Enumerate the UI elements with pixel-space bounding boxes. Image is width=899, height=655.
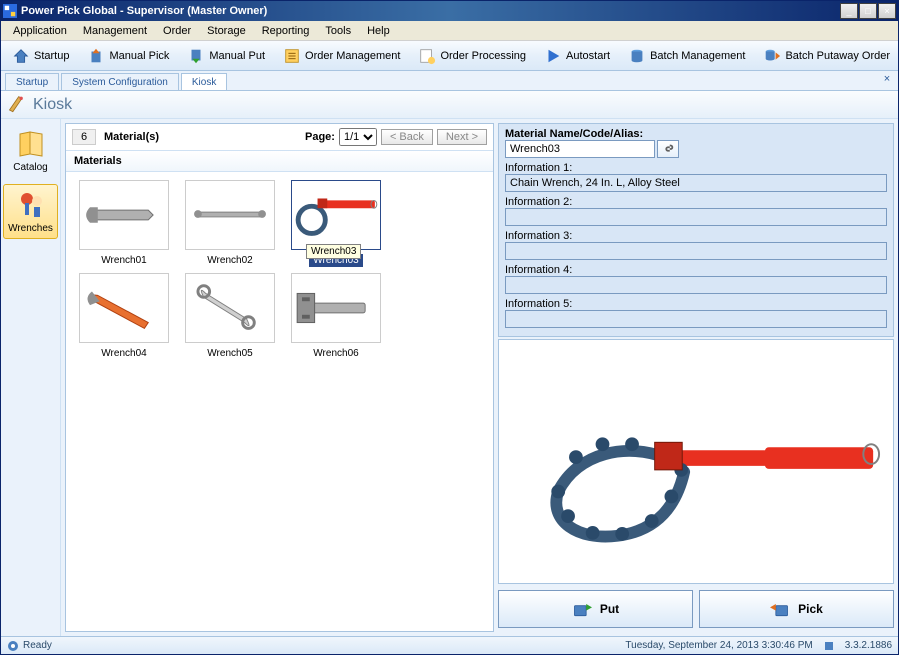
info-label-3: Information 3: — [505, 230, 887, 242]
tab-close-icon[interactable]: × — [880, 73, 894, 87]
catalog-icon — [15, 128, 47, 160]
thumb-wrench01[interactable]: Wrench01 — [74, 180, 174, 267]
preview-image — [498, 339, 894, 584]
thumb-wrench02[interactable]: Wrench02 — [180, 180, 280, 267]
material-count-label: Material(s) — [104, 131, 159, 143]
thumb-wrench03[interactable]: Wrench03Wrench03 — [286, 180, 386, 267]
left-nav: Catalog Wrenches — [1, 119, 61, 636]
tab-startup[interactable]: Startup — [5, 73, 59, 90]
tool-manual-put[interactable]: Manual Put — [180, 44, 272, 68]
page-title: Kiosk — [33, 96, 72, 114]
link-button[interactable] — [657, 140, 679, 158]
thumb-wrench04[interactable]: Wrench04 — [74, 273, 174, 360]
menubar: ApplicationManagementOrderStorageReporti… — [1, 21, 898, 41]
next-button[interactable]: Next > — [437, 129, 487, 145]
window-title: Power Pick Global - Supervisor (Master O… — [21, 5, 840, 17]
tool-startup[interactable]: Startup — [5, 44, 76, 68]
close-button[interactable]: × — [878, 3, 896, 19]
app-icon — [3, 4, 17, 18]
material-count: 6 — [72, 129, 96, 145]
menu-order[interactable]: Order — [155, 23, 199, 39]
titlebar: Power Pick Global - Supervisor (Master O… — [1, 1, 898, 21]
info-input-1[interactable] — [505, 174, 887, 192]
kiosk-icon — [7, 95, 27, 115]
menu-storage[interactable]: Storage — [199, 23, 254, 39]
info-input-2[interactable] — [505, 208, 887, 226]
menu-management[interactable]: Management — [75, 23, 155, 39]
menu-reporting[interactable]: Reporting — [254, 23, 318, 39]
thumb-wrench05[interactable]: Wrench05 — [180, 273, 280, 360]
put-button[interactable]: Put — [498, 590, 693, 628]
startup-icon — [12, 47, 30, 65]
autostart-icon — [544, 47, 562, 65]
put-icon — [572, 599, 592, 619]
statusbar: Ready Tuesday, September 24, 2013 3:30:4… — [1, 636, 898, 654]
tool-order-mgmt[interactable]: Order Management — [276, 44, 407, 68]
thumb-image — [291, 180, 381, 250]
menu-help[interactable]: Help — [359, 23, 398, 39]
tab-kiosk[interactable]: Kiosk — [181, 73, 227, 90]
version-icon — [823, 640, 835, 652]
page-header: Kiosk — [1, 91, 898, 119]
info-input-3[interactable] — [505, 242, 887, 260]
tool-batch-putaway[interactable]: Batch Putaway Order — [756, 44, 897, 68]
info-input-5[interactable] — [505, 310, 887, 328]
group-title: Materials — [66, 151, 493, 172]
document-tabs: StartupSystem ConfigurationKiosk × — [1, 71, 898, 91]
minimize-button[interactable]: _ — [840, 3, 858, 19]
pick-icon — [770, 599, 790, 619]
tool-batch-mgmt[interactable]: Batch Management — [621, 44, 752, 68]
page-select[interactable]: 1/1 — [339, 128, 377, 146]
tooltip: Wrench03 — [306, 244, 361, 259]
toolbar: StartupManual PickManual PutOrder Manage… — [1, 41, 898, 71]
nav-catalog[interactable]: Catalog — [3, 123, 58, 178]
menu-tools[interactable]: Tools — [317, 23, 359, 39]
status-icon — [7, 640, 19, 652]
info-label-1: Information 1: — [505, 162, 887, 174]
tool-autostart[interactable]: Autostart — [537, 44, 617, 68]
material-name-input[interactable] — [505, 140, 655, 158]
thumb-image — [79, 180, 169, 250]
thumb-image — [79, 273, 169, 343]
status-version: 3.3.2.1886 — [845, 640, 892, 651]
info-label-2: Information 2: — [505, 196, 887, 208]
status-text: Ready — [23, 640, 52, 651]
maximize-button[interactable]: □ — [859, 3, 877, 19]
thumb-wrench06[interactable]: Wrench06 — [286, 273, 386, 360]
batch-mgmt-icon — [628, 47, 646, 65]
materials-panel: 6 Material(s) Page: 1/1 < Back Next > Ma… — [65, 123, 494, 632]
info-input-4[interactable] — [505, 276, 887, 294]
tool-order-proc[interactable]: Order Processing — [411, 44, 533, 68]
tab-system-configuration[interactable]: System Configuration — [61, 73, 179, 90]
back-button[interactable]: < Back — [381, 129, 433, 145]
detail-form: Material Name/Code/Alias: Information 1:… — [498, 123, 894, 337]
batch-putaway-icon — [763, 47, 781, 65]
pick-button[interactable]: Pick — [699, 590, 894, 628]
tool-manual-pick[interactable]: Manual Pick — [80, 44, 176, 68]
info-label-4: Information 4: — [505, 264, 887, 276]
order-mgmt-icon — [283, 47, 301, 65]
status-date: Tuesday, September 24, 2013 3:30:46 PM — [625, 640, 812, 651]
name-label: Material Name/Code/Alias: — [505, 128, 887, 140]
wrenches-icon — [15, 189, 47, 221]
nav-wrenches[interactable]: Wrenches — [3, 184, 58, 239]
info-label-5: Information 5: — [505, 298, 887, 310]
thumb-image — [185, 180, 275, 250]
thumb-image — [185, 273, 275, 343]
menu-application[interactable]: Application — [5, 23, 75, 39]
thumb-image — [291, 273, 381, 343]
page-label: Page: — [305, 131, 335, 143]
manual-put-icon — [187, 47, 205, 65]
manual-pick-icon — [87, 47, 105, 65]
order-proc-icon — [418, 47, 436, 65]
